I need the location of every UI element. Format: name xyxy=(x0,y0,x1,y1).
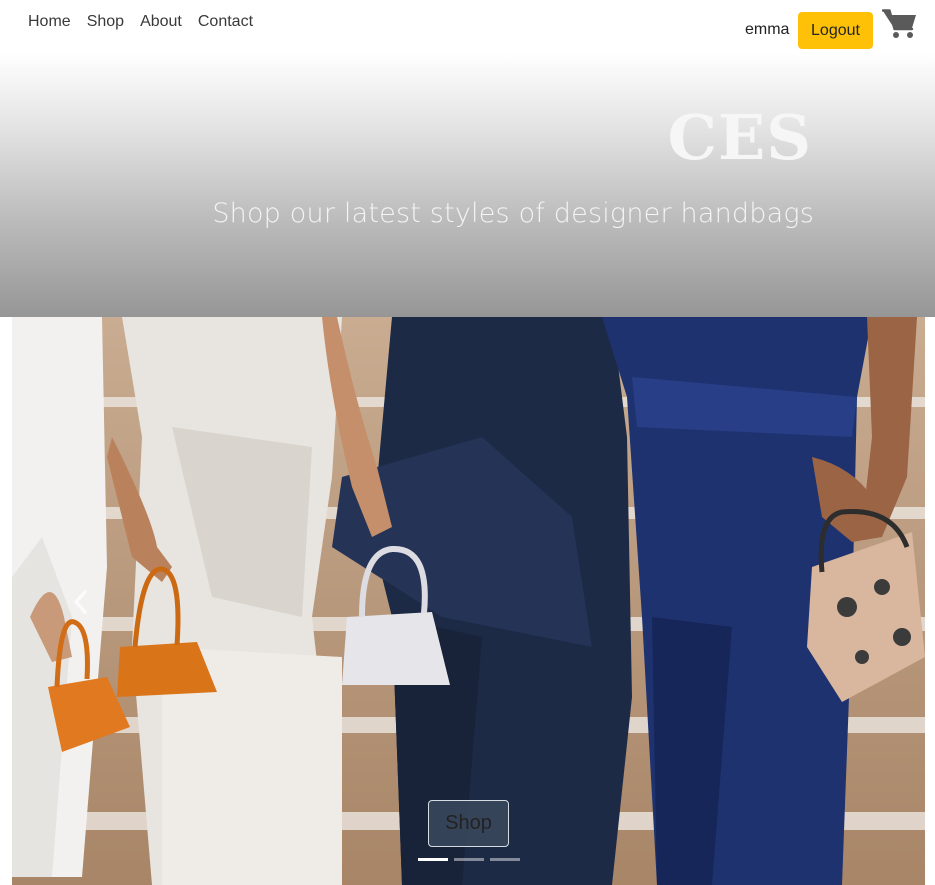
image-carousel[interactable]: Shop xyxy=(12,317,925,885)
carousel-indicator-3[interactable] xyxy=(490,858,520,861)
hero-banner: CES Shop our latest styles of designer h… xyxy=(0,52,935,317)
nav-links: Home Shop About Contact xyxy=(28,13,253,31)
shopping-cart-icon[interactable] xyxy=(882,8,918,40)
shop-now-button[interactable]: Shop xyxy=(428,800,509,847)
carousel-indicator-1[interactable] xyxy=(418,858,448,861)
chevron-left-icon[interactable] xyxy=(70,589,92,615)
nav-link-shop[interactable]: Shop xyxy=(87,13,124,31)
nav-link-home[interactable]: Home xyxy=(28,13,71,31)
carousel-indicators xyxy=(418,858,520,861)
top-navbar: Home Shop About Contact emma Logout xyxy=(0,0,935,52)
carousel-indicator-2[interactable] xyxy=(454,858,484,861)
nav-link-about[interactable]: About xyxy=(140,13,182,31)
logout-button[interactable]: Logout xyxy=(798,12,873,49)
hero-title: CES xyxy=(667,101,812,174)
hero-subtitle: Shop our latest styles of designer handb… xyxy=(212,198,814,229)
nav-link-contact[interactable]: Contact xyxy=(198,13,253,31)
username-label: emma xyxy=(745,21,790,38)
